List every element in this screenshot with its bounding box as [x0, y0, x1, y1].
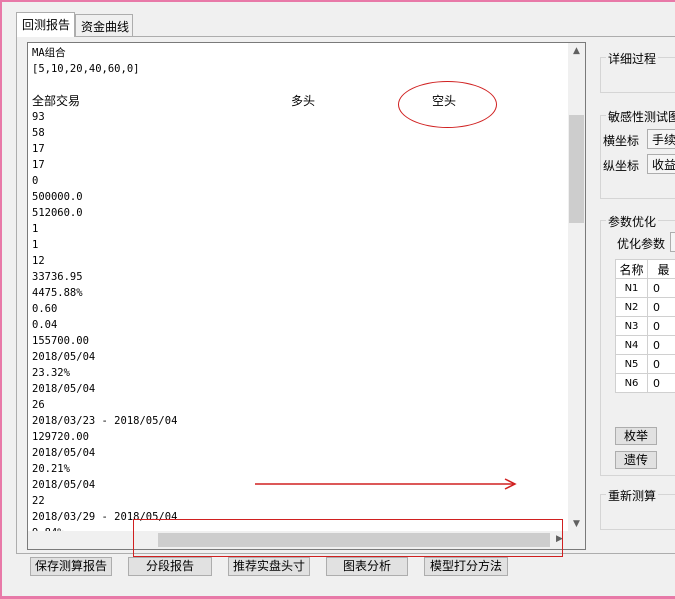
sensitivity-group-label: 敏感性测试图 [606, 108, 675, 125]
scoring-method-button[interactable]: 模型打分方法 [424, 557, 508, 576]
vertical-scroll-thumb[interactable] [569, 115, 584, 223]
header-all-trades: 全部交易 [32, 94, 81, 108]
report-value-line: 1 [32, 239, 39, 251]
window-top-border [0, 0, 675, 2]
table-row[interactable]: N1 0 [615, 278, 675, 298]
y-axis-label: 纵坐标 [603, 159, 640, 173]
report-value-line: 2018/05/04 [32, 351, 96, 363]
genetic-button[interactable]: 遗传 [615, 451, 657, 469]
table-cell-value[interactable]: 0 [647, 335, 675, 355]
report-value-line: 33736.95 [32, 271, 83, 283]
report-value-line: 2018/05/04 [32, 383, 96, 395]
annotation-arrow-icon [255, 478, 517, 490]
save-report-button[interactable]: 保存测算报告 [30, 557, 112, 576]
optimize-param-select[interactable] [670, 232, 675, 252]
report-value-line: 4475.88% [32, 287, 83, 299]
header-long: 多头 [291, 94, 316, 108]
report-value-line: 0.60 [32, 303, 58, 315]
report-value-line: 2018/05/04 [32, 447, 96, 459]
window-left-border [0, 0, 2, 599]
table-cell-name: N2 [615, 297, 648, 317]
report-value-line: 12 [32, 255, 45, 267]
optimize-param-label: 优化参数 [617, 237, 666, 251]
annotation-rectangle [133, 519, 563, 557]
report-value-line: 500000.0 [32, 191, 83, 203]
detail-group-label: 详细过程 [606, 50, 659, 67]
table-header-min: 最 [647, 259, 675, 279]
table-cell-value[interactable]: 0 [647, 278, 675, 298]
vertical-scrollbar[interactable]: ▲ ▼ [568, 43, 585, 533]
report-value-line: 512060.0 [32, 207, 83, 219]
param-table[interactable]: 名称 最 N1 0 N2 0 N3 0 N4 0 N5 0 N6 0 [615, 259, 675, 393]
report-value-line: 129720.00 [32, 431, 89, 443]
table-row[interactable]: N2 0 [615, 297, 675, 317]
chart-analysis-button[interactable]: 图表分析 [326, 557, 408, 576]
report-value-line: 0.04 [32, 319, 58, 331]
report-value-line: 17 [32, 143, 45, 155]
report-value-line: 17 [32, 159, 45, 171]
table-row[interactable]: N3 0 [615, 316, 675, 336]
table-cell-name: N5 [615, 354, 648, 374]
table-header-row: 名称 最 [615, 259, 675, 279]
table-cell-name: N1 [615, 278, 648, 298]
y-axis-select[interactable]: 收益 [647, 154, 675, 174]
report-value-line: 2018/03/23 - 2018/05/04 [32, 415, 178, 427]
optimize-group-label: 参数优化 [606, 213, 659, 230]
table-row[interactable]: N5 0 [615, 354, 675, 374]
table-row[interactable]: N4 0 [615, 335, 675, 355]
table-cell-value[interactable]: 0 [647, 297, 675, 317]
report-value-line: 26 [32, 399, 45, 411]
table-cell-value[interactable]: 0 [647, 354, 675, 374]
table-row[interactable]: N6 0 [615, 373, 675, 393]
report-value-line: 22 [32, 495, 45, 507]
report-value-line: 155700.00 [32, 335, 89, 347]
scroll-up-icon[interactable]: ▲ [568, 43, 585, 60]
table-cell-name: N6 [615, 373, 648, 393]
report-value-line: 58 [32, 127, 45, 139]
report-textbox[interactable]: MA组合 [5,10,20,40,60,0] 全部交易 多头 空头 93 58 17… [27, 42, 586, 550]
scroll-corner [568, 531, 585, 549]
report-value-line: 0 [32, 175, 39, 187]
x-axis-select[interactable]: 手续 [647, 129, 675, 149]
recommend-position-button[interactable]: 推荐实盘头寸 [228, 557, 310, 576]
x-axis-label: 横坐标 [603, 134, 640, 148]
table-cell-value[interactable]: 0 [647, 316, 675, 336]
tab-equity-curve[interactable]: 资金曲线 [75, 14, 133, 36]
segment-report-button[interactable]: 分段报告 [128, 557, 212, 576]
annotation-ellipse [398, 81, 497, 128]
table-cell-value[interactable]: 0 [647, 373, 675, 393]
exhaustive-button[interactable]: 枚举 [615, 427, 657, 445]
tab-backtest-report[interactable]: 回测报告 [16, 12, 75, 37]
table-header-name: 名称 [615, 259, 648, 279]
report-value-line: 23.32% [32, 367, 70, 379]
report-value-line: 1 [32, 223, 39, 235]
report-value-line: 20.21% [32, 463, 70, 475]
table-cell-name: N3 [615, 316, 648, 336]
table-cell-name: N4 [615, 335, 648, 355]
retest-group-label: 重新测算 [606, 487, 659, 504]
report-title: MA组合 [32, 47, 66, 59]
report-params: [5,10,20,40,60,0] [32, 63, 140, 75]
